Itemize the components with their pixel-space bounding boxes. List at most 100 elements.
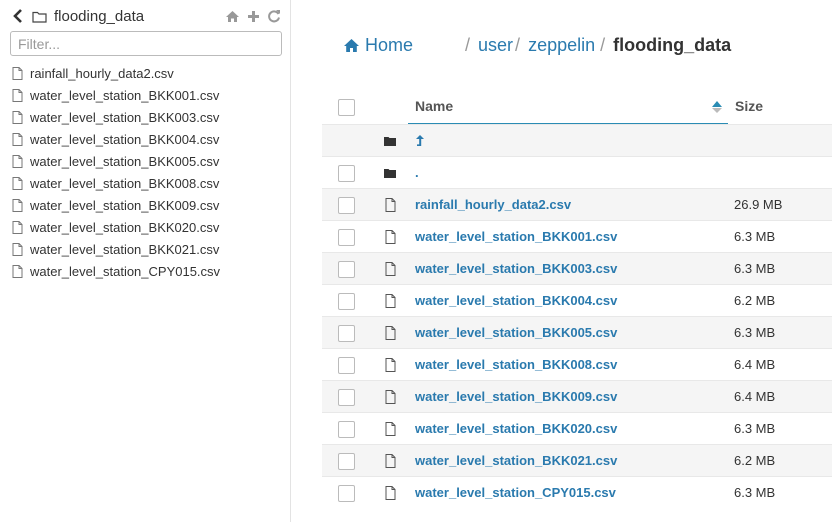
- folder-icon: [383, 133, 397, 149]
- list-item[interactable]: water_level_station_BKK003.csv: [12, 106, 282, 128]
- file-name: water_level_station_BKK009.csv: [30, 197, 220, 213]
- list-item[interactable]: water_level_station_BKK009.csv: [12, 194, 282, 216]
- table-row-parent[interactable]: [322, 124, 832, 156]
- file-icon: [12, 88, 24, 102]
- file-icon: [383, 325, 397, 341]
- file-name-link[interactable]: water_level_station_BKK020.csv: [415, 413, 617, 445]
- file-name: water_level_station_BKK021.csv: [30, 241, 220, 257]
- file-size: 6.3 MB: [734, 325, 776, 340]
- table-row[interactable]: rainfall_hourly_data2.csv 26.9 MB: [322, 188, 832, 220]
- file-name-link[interactable]: water_level_station_CPY015.csv: [415, 477, 616, 509]
- file-name: water_level_station_BKK003.csv: [30, 109, 220, 125]
- file-name-link[interactable]: rainfall_hourly_data2.csv: [415, 189, 571, 221]
- size-column-header[interactable]: Size: [735, 90, 763, 124]
- row-checkbox[interactable]: [338, 389, 355, 406]
- file-name-link[interactable]: water_level_station_BKK008.csv: [415, 349, 617, 381]
- file-size: 6.2 MB: [734, 453, 776, 468]
- list-item[interactable]: water_level_station_BKK008.csv: [12, 172, 282, 194]
- breadcrumb-user[interactable]: user: [478, 35, 513, 56]
- table-row[interactable]: water_level_station_BKK020.csv 6.3 MB: [322, 412, 832, 444]
- table-row[interactable]: water_level_station_BKK004.csv 6.2 MB: [322, 284, 832, 316]
- name-column-header[interactable]: Name: [415, 90, 453, 124]
- sidebar-title: flooding_data: [54, 7, 145, 25]
- row-checkbox[interactable]: [338, 453, 355, 470]
- table-row[interactable]: water_level_station_BKK005.csv 6.3 MB: [322, 316, 832, 348]
- breadcrumb-separator: /: [600, 34, 606, 55]
- file-size: 6.2 MB: [734, 293, 776, 308]
- breadcrumb-separator: /: [465, 34, 471, 55]
- file-name: water_level_station_BKK008.csv: [30, 175, 220, 191]
- row-checkbox[interactable]: [338, 261, 355, 278]
- file-size: 6.3 MB: [734, 229, 776, 244]
- list-item[interactable]: water_level_station_BKK021.csv: [12, 238, 282, 260]
- breadcrumb-home[interactable]: Home: [343, 35, 413, 56]
- home-icon: [343, 36, 361, 54]
- row-checkbox[interactable]: [338, 421, 355, 438]
- home-icon[interactable]: [224, 8, 240, 24]
- breadcrumb-zeppelin[interactable]: zeppelin: [528, 35, 595, 56]
- row-checkbox[interactable]: [338, 485, 355, 502]
- table-row[interactable]: water_level_station_BKK021.csv 6.2 MB: [322, 444, 832, 476]
- filter-input[interactable]: [10, 31, 282, 56]
- folder-icon: [32, 6, 50, 26]
- table-row[interactable]: water_level_station_BKK009.csv 6.4 MB: [322, 380, 832, 412]
- file-name-link[interactable]: water_level_station_BKK003.csv: [415, 253, 617, 285]
- row-checkbox[interactable]: [338, 229, 355, 246]
- file-name: water_level_station_BKK020.csv: [30, 219, 220, 235]
- breadcrumb-current: flooding_data: [613, 34, 732, 55]
- file-name-link[interactable]: .: [415, 157, 419, 189]
- file-icon: [383, 197, 397, 213]
- list-item[interactable]: water_level_station_BKK020.csv: [12, 216, 282, 238]
- file-name-link[interactable]: water_level_station_BKK001.csv: [415, 221, 617, 253]
- row-checkbox[interactable]: [338, 325, 355, 342]
- file-icon: [12, 264, 24, 278]
- file-table: Name Size . rainfall_hourly_data2.csv 26…: [322, 90, 832, 508]
- breadcrumb: Home / user / zeppelin / flooding_data: [343, 32, 731, 58]
- table-row[interactable]: water_level_station_BKK001.csv 6.3 MB: [322, 220, 832, 252]
- file-icon: [383, 261, 397, 277]
- select-all-checkbox[interactable]: [338, 99, 355, 116]
- table-row[interactable]: .: [322, 156, 832, 188]
- file-name-link[interactable]: water_level_station_BKK005.csv: [415, 317, 617, 349]
- table-row[interactable]: water_level_station_CPY015.csv 6.3 MB: [322, 476, 832, 508]
- file-icon: [12, 176, 24, 190]
- list-item[interactable]: water_level_station_BKK004.csv: [12, 128, 282, 150]
- refresh-icon[interactable]: [266, 8, 282, 24]
- table-header: Name Size: [322, 90, 832, 124]
- list-item[interactable]: water_level_station_CPY015.csv: [12, 260, 282, 282]
- table-row[interactable]: water_level_station_BKK003.csv 6.3 MB: [322, 252, 832, 284]
- row-checkbox[interactable]: [338, 197, 355, 214]
- file-icon: [383, 357, 397, 373]
- row-checkbox[interactable]: [338, 357, 355, 374]
- file-icon: [383, 485, 397, 501]
- chevron-left-icon[interactable]: [10, 6, 26, 26]
- file-name-link[interactable]: water_level_station_BKK004.csv: [415, 285, 617, 317]
- list-item[interactable]: rainfall_hourly_data2.csv: [12, 62, 282, 84]
- file-name-link[interactable]: water_level_station_BKK009.csv: [415, 381, 617, 413]
- row-checkbox[interactable]: [338, 165, 355, 182]
- file-sidebar: flooding_data rainfall_hourly_data2.csv …: [0, 0, 291, 522]
- sidebar-toolbar: [224, 8, 282, 24]
- file-browser-main: Home / user / zeppelin / flooding_data N…: [291, 0, 832, 522]
- folder-icon: [383, 165, 397, 181]
- file-size: 26.9 MB: [734, 197, 783, 212]
- list-item[interactable]: water_level_station_BKK005.csv: [12, 150, 282, 172]
- breadcrumb-home-label: Home: [365, 34, 414, 55]
- file-size: 6.3 MB: [734, 261, 776, 276]
- file-icon: [12, 154, 24, 168]
- file-size: 6.3 MB: [734, 421, 776, 436]
- sidebar-header: flooding_data: [10, 4, 282, 28]
- file-icon: [12, 132, 24, 146]
- file-size: 6.4 MB: [734, 357, 776, 372]
- sort-ascending-icon[interactable]: [711, 100, 723, 114]
- breadcrumb-separator: /: [515, 34, 521, 55]
- file-icon: [12, 220, 24, 234]
- row-checkbox[interactable]: [338, 293, 355, 310]
- table-row[interactable]: water_level_station_BKK008.csv 6.4 MB: [322, 348, 832, 380]
- file-icon: [383, 453, 397, 469]
- parent-directory-link[interactable]: [415, 125, 425, 157]
- list-item[interactable]: water_level_station_BKK001.csv: [12, 84, 282, 106]
- file-icon: [383, 229, 397, 245]
- plus-icon[interactable]: [245, 8, 261, 24]
- file-name-link[interactable]: water_level_station_BKK021.csv: [415, 445, 617, 477]
